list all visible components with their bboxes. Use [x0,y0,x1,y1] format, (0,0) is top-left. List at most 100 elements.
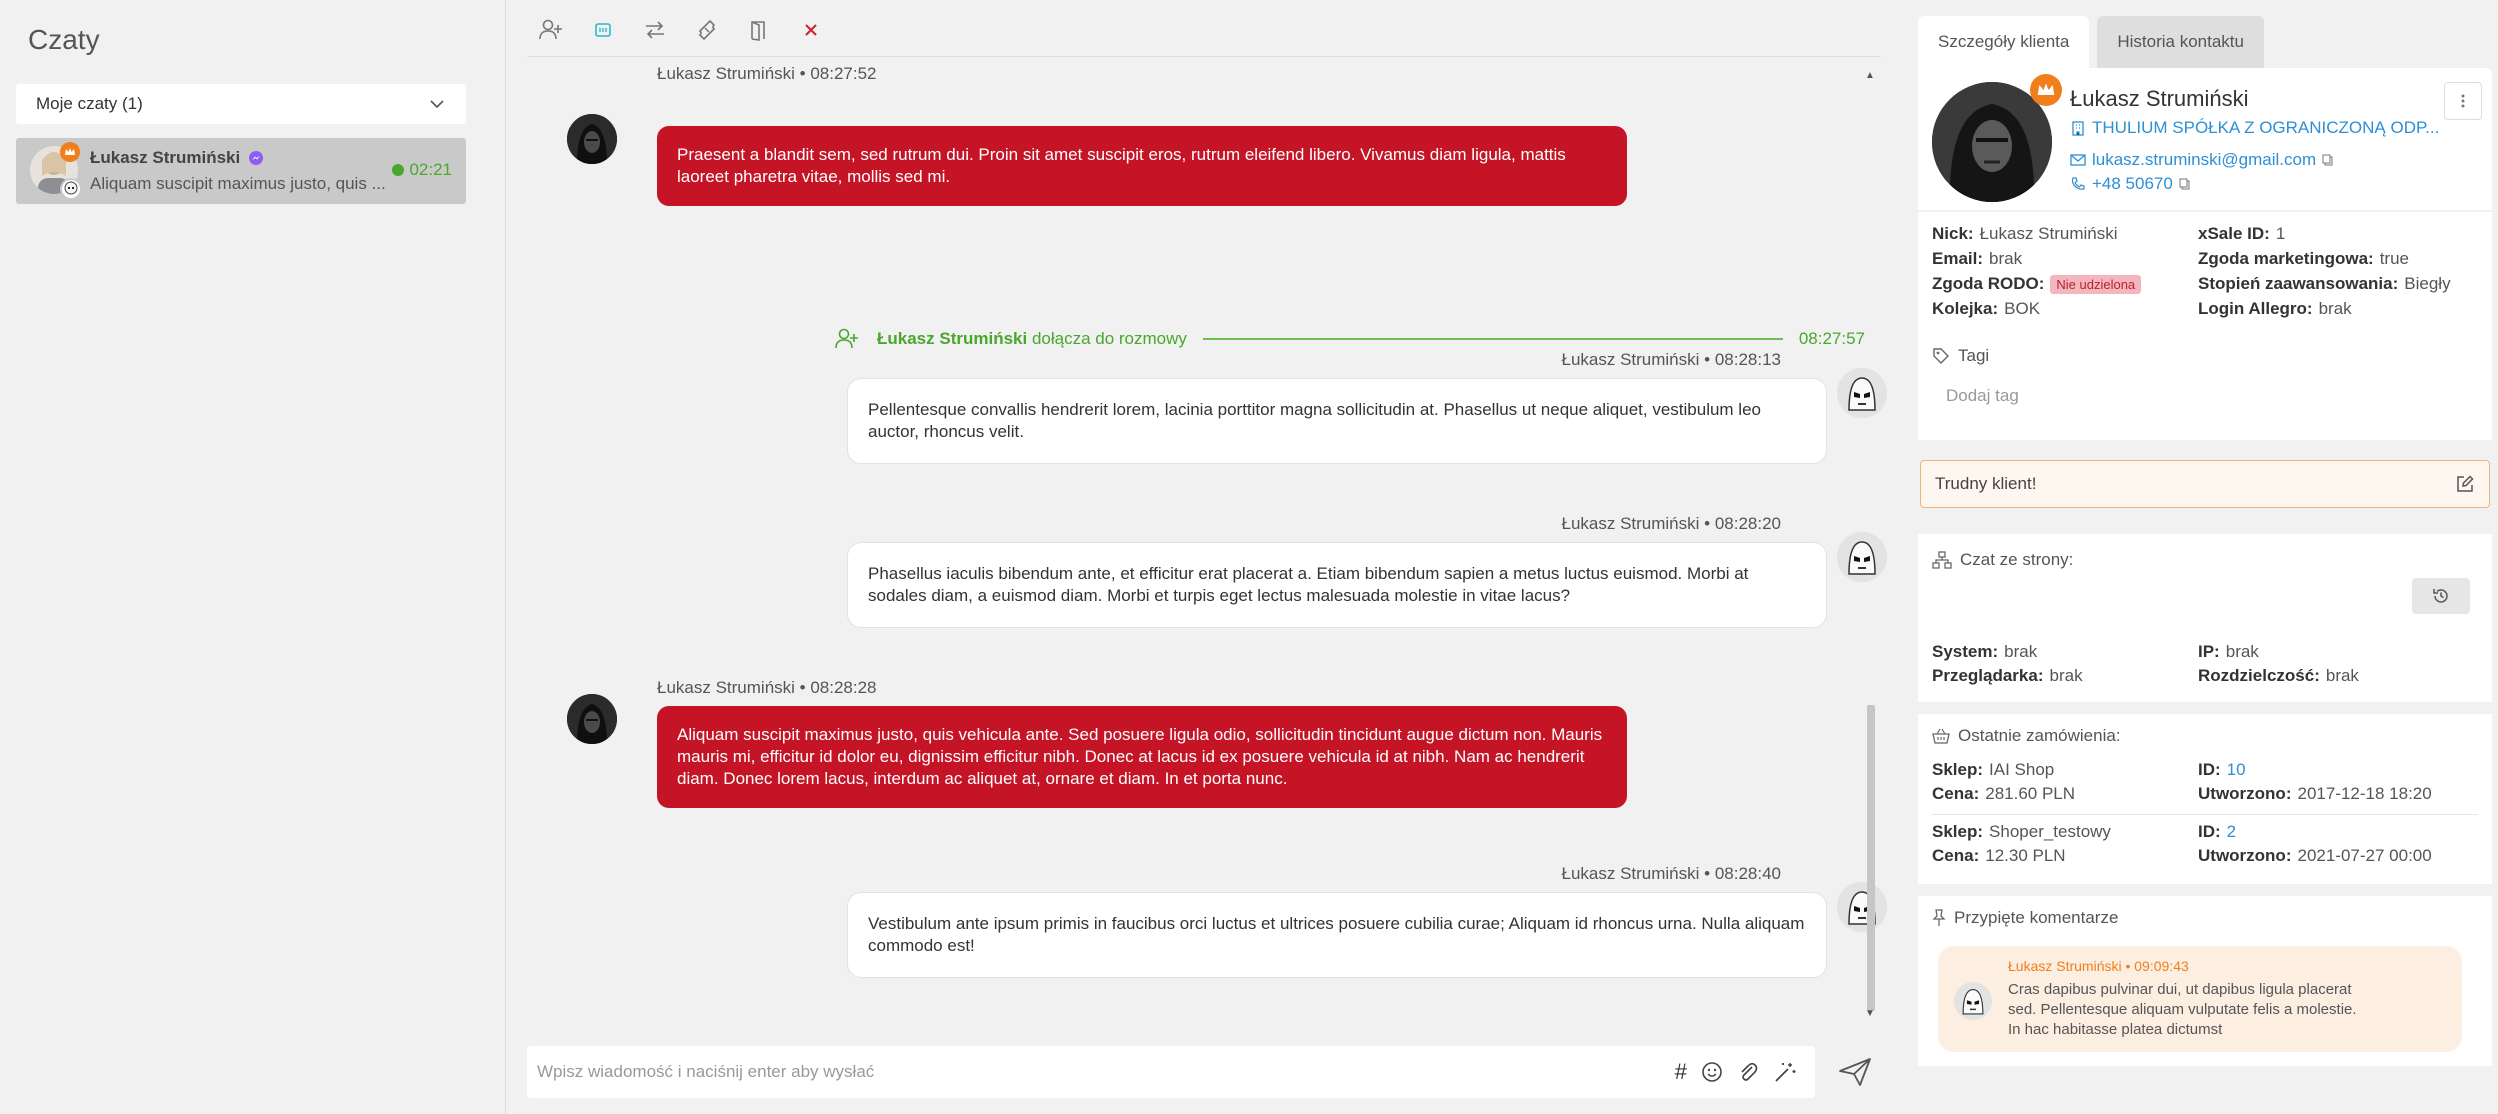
rodo-status-badge: Nie udzielona [2050,275,2142,294]
order-id-link[interactable]: 2 [2227,822,2236,841]
message-bubble: Aliquam suscipit maximus justo, quis veh… [657,706,1627,808]
message-meta: Łukasz Strumiński • 08:28:40 [1561,864,1781,883]
kebab-menu-icon [2461,94,2465,108]
message-bubble: Phasellus iaculis bibendum ante, et effi… [847,542,1827,628]
order-divider [1932,814,2478,815]
door-exit-icon [751,21,765,41]
scrollbar-thumb[interactable] [1867,705,1875,1011]
field-resolution: Rozdzielczość: brak [2198,666,2359,685]
message-list: Łukasz Strumiński • 08:27:52 Praesent a … [527,58,1887,1026]
chat-preview: Aliquam suscipit maximus justo, quis ... [90,174,386,193]
order-id: ID: 10 [2198,760,2246,779]
transfer-arrows-icon [646,21,664,39]
hashtag-button[interactable]: # [1675,1059,1687,1085]
join-time: 08:27:57 [1798,329,1865,348]
order-created: Utworzono: 2021-07-27 00:00 [2198,846,2432,865]
tab-contact-history[interactable]: Historia kontaktu [2097,16,2264,68]
customer-company-link[interactable]: THULIUM SPÓŁKA Z OGRANICZONĄ ODP... [2070,118,2439,138]
field-queue: Kolejka: BOK [1932,299,2041,318]
transfer-chat-button[interactable] [641,16,669,44]
basket-icon [1932,728,1950,744]
user-plus-icon [835,328,859,350]
history-button[interactable] [2412,578,2470,614]
agent-avatar [1837,882,1887,932]
recent-orders-card: Ostatnie zamówienia: Sklep: IAI Shop Cena… [1918,714,2492,884]
message-meta: Łukasz Strumiński • 08:28:20 [1561,514,1781,533]
join-action-text: dołącza do rozmowy [1027,329,1187,348]
order-created: Utworzono: 2017-12-18 18:20 [2198,784,2432,803]
order-shop: Sklep: Shoper_testowy [1932,822,2111,841]
edit-note-icon[interactable] [2455,474,2475,494]
field-ip: IP: brak [2198,642,2259,661]
order-price: Cena: 281.60 PLN [1932,784,2076,803]
envelope-icon [2070,154,2086,166]
profile-card: Łukasz Strumiński THULIUM SPÓŁKA Z OGRAN… [1918,68,2492,210]
field-system: System: brak [1932,642,2038,661]
attachment-icon[interactable] [1737,1061,1759,1083]
toolbar-divider [527,56,1881,57]
agent-avatar [1954,982,1992,1020]
field-marketing-consent: Zgoda marketingowa: true [2198,249,2409,268]
copy-icon [2179,178,2190,190]
scroll-down-arrow[interactable]: ▼ [1865,1008,1875,1019]
join-user-name: Łukasz Strumiński [877,329,1028,348]
order-id: ID: 2 [2198,822,2237,841]
message-meta: Łukasz Strumiński • 08:28:13 [1561,350,1781,369]
avatar [567,114,617,164]
leave-chat-button[interactable] [745,16,773,44]
agent-avatar [1837,532,1887,582]
customer-panel: Szczegóły klienta Historia kontaktu Łuka… [1912,0,2498,1114]
chat-source-heading: Czat ze strony: [1932,550,2073,570]
message-bubble: Pellentesque convallis hendrerit lorem, … [847,378,1827,464]
add-participant-button[interactable] [537,16,565,44]
magic-wand-icon[interactable] [1773,1061,1797,1083]
field-email: Email: brak [1932,249,2023,268]
customer-email-link[interactable]: lukasz.struminski@gmail.com [2070,150,2334,170]
close-icon [805,24,817,36]
chat-list-item[interactable]: Łukasz Strumiński Aliquam suscipit maxim… [16,138,466,204]
order-shop: Sklep: IAI Shop [1932,760,2055,779]
more-options-button[interactable] [2444,82,2482,120]
copy-icon [2322,154,2333,166]
message-composer: # [527,1046,1815,1098]
scroll-up-arrow[interactable]: ▲ [1865,70,1875,81]
history-icon [2433,589,2448,603]
vip-crown-icon [2030,74,2062,106]
user-plus-icon [539,19,562,40]
chat-list-panel: Czaty Moje czaty (1) Łukasz Strumiński A… [0,0,506,1114]
message-meta: Łukasz Strumiński • 08:28:28 [657,678,877,697]
phone-icon [2071,177,2085,190]
note-text: Trudny klient! [1935,474,2037,493]
chevron-down-icon [428,95,446,113]
order-id-link[interactable]: 10 [2227,760,2246,779]
send-button[interactable] [1835,1052,1875,1092]
field-allegro-login: Login Allegro: brak [2198,299,2352,318]
sitemap-icon [1932,551,1952,569]
agent-mini-avatar [60,178,82,200]
pin-icon [1932,909,1946,926]
close-chat-button[interactable] [797,16,825,44]
ticket-button[interactable] [693,16,721,44]
pinned-heading: Przypięte komentarze [1932,908,2118,928]
add-tag-button[interactable]: Dodaj tag [1946,386,2019,406]
message-bubble: Praesent a blandit sem, sed rutrum dui. … [657,126,1627,206]
chat-toolbar [537,16,825,44]
field-nick: Nick: Łukasz Strumiński [1932,224,2118,243]
tag-icon [1933,348,1949,364]
building-icon [2072,121,2084,136]
field-browser: Przeglądarka: brak [1932,666,2083,685]
emoji-icon[interactable] [1701,1061,1723,1083]
orders-heading: Ostatnie zamówienia: [1932,726,2121,746]
quick-replies-button[interactable] [589,16,617,44]
avatar [567,694,617,744]
send-icon [1839,1058,1871,1086]
tab-customer-details[interactable]: Szczegóły klienta [1918,16,2090,68]
message-meta: Łukasz Strumiński • 08:27:52 [657,64,877,83]
customer-tabs: Szczegóły klienta Historia kontaktu [1918,16,2264,68]
message-input[interactable] [537,1062,1675,1082]
vip-crown-icon [60,142,80,162]
customer-phone-link[interactable]: +48 50670 [2070,174,2191,194]
template-icon [595,23,611,37]
chat-contact-name: Łukasz Strumiński [90,148,264,168]
chat-filter-dropdown[interactable]: Moje czaty (1) [16,84,466,124]
